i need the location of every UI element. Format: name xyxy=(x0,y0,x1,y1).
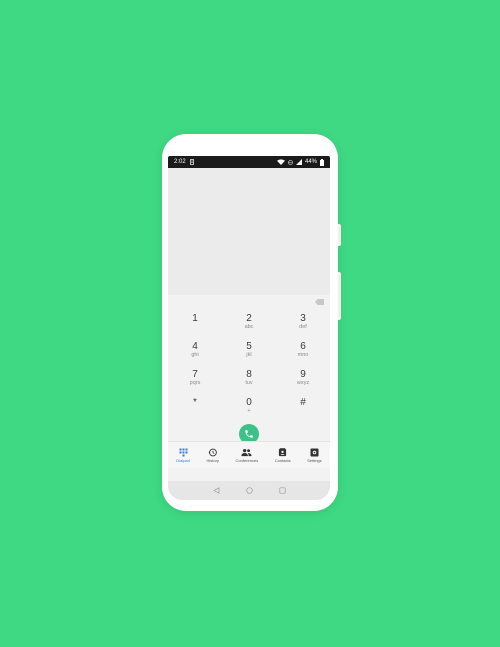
phone-frame: 2:02 44% 1 2 abc 3 def 4 ghi 5 jkl 6 mno 7 pqr… xyxy=(162,134,341,511)
key-4[interactable]: 4 ghi xyxy=(168,337,222,365)
do-not-disturb-icon xyxy=(288,159,293,165)
key-0[interactable]: 0 + xyxy=(222,393,276,421)
battery-icon xyxy=(320,158,324,166)
tab-conferences[interactable]: Conferences xyxy=(236,448,258,463)
recents-icon[interactable] xyxy=(278,487,286,494)
battery-percent: 44% xyxy=(304,159,317,165)
back-icon[interactable] xyxy=(212,487,220,494)
key-3[interactable]: 3 def xyxy=(276,309,330,337)
tab-history[interactable]: History xyxy=(206,448,219,463)
dialpad-icon xyxy=(179,448,188,456)
home-icon[interactable] xyxy=(245,487,253,494)
key-7[interactable]: 7 pqrs xyxy=(168,365,222,393)
status-time: 2:02 xyxy=(174,159,186,165)
key-5[interactable]: 5 jkl xyxy=(222,337,276,365)
phone-screen: 2:02 44% 1 2 abc 3 def 4 ghi 5 jkl 6 mno 7 pqr… xyxy=(168,156,330,500)
key-6[interactable]: 6 mno xyxy=(276,337,330,365)
dialpad: 1 2 abc 3 def 4 ghi 5 jkl 6 mno 7 pqrs 8 tuv 9w… xyxy=(168,309,330,421)
key-8[interactable]: 8 tuv xyxy=(222,365,276,393)
dialed-number-display[interactable] xyxy=(168,168,330,295)
bottom-nav: Dialpad History Conferences Contacts Set… xyxy=(168,441,330,468)
key-9[interactable]: 9 wxyz xyxy=(276,365,330,393)
group-icon xyxy=(241,448,252,456)
volume-button xyxy=(338,224,341,246)
key-1[interactable]: 1 xyxy=(168,309,222,337)
tab-settings[interactable]: Settings xyxy=(307,448,322,463)
settings-icon xyxy=(310,448,319,456)
backspace-icon[interactable] xyxy=(315,299,324,305)
wifi-icon xyxy=(276,159,285,165)
key-2[interactable]: 2 abc xyxy=(222,309,276,337)
contacts-icon xyxy=(279,447,287,456)
history-icon xyxy=(208,448,218,456)
power-button xyxy=(338,272,341,320)
tab-dialpad[interactable]: Dialpad xyxy=(176,448,190,463)
key-hash[interactable]: # xyxy=(276,393,330,421)
key-star[interactable]: * xyxy=(168,393,222,421)
phone-icon xyxy=(245,430,253,438)
status-bar: 2:02 44% xyxy=(168,156,330,168)
system-nav-bar xyxy=(168,481,330,500)
signal-icon xyxy=(295,159,302,165)
notification-icon xyxy=(189,159,194,165)
tab-contacts[interactable]: Contacts xyxy=(275,447,291,463)
